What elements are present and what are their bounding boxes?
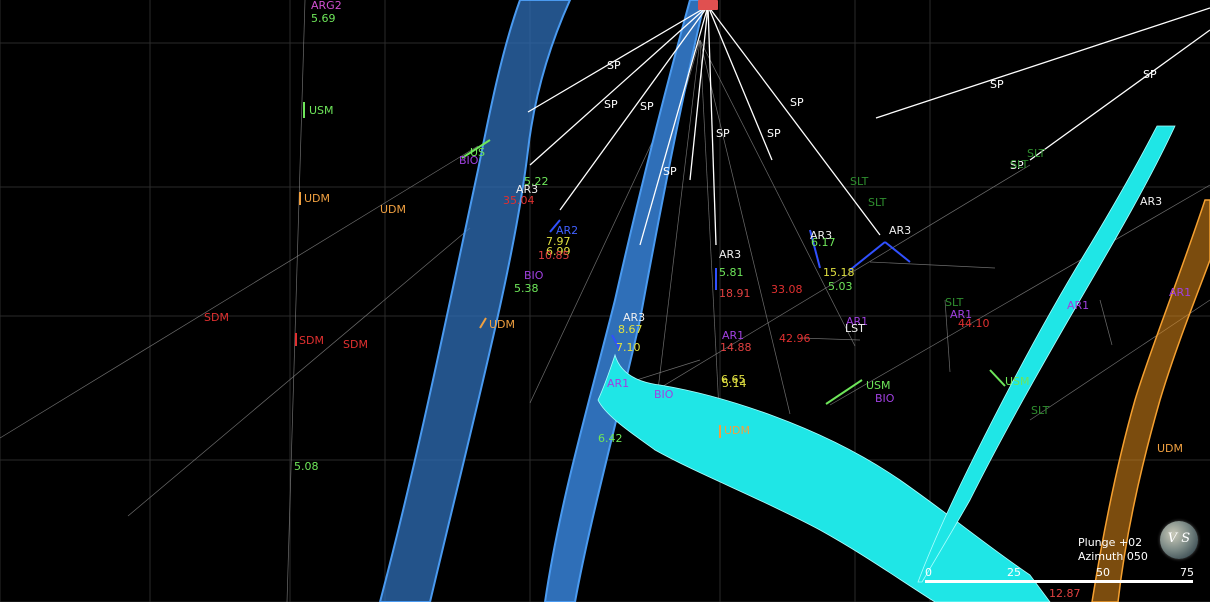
annotation-label: 5.08 bbox=[294, 460, 319, 473]
scale-tick-25: 25 bbox=[1007, 566, 1021, 579]
annotation-label: USM bbox=[866, 379, 891, 392]
plunge-readout: Plunge +02 bbox=[1078, 536, 1143, 549]
annotation-label: BIO bbox=[524, 269, 544, 282]
geology-scene[interactable] bbox=[0, 0, 1210, 602]
annotation-label: AR3 bbox=[719, 248, 742, 261]
annotation-label: BIO bbox=[875, 392, 895, 405]
drillhole-trace bbox=[707, 5, 717, 246]
annotation-label: BIO bbox=[459, 154, 479, 167]
annotation-label: UDM bbox=[304, 192, 331, 205]
annotation-label: USM bbox=[309, 104, 334, 117]
annotation-label: SLT bbox=[1010, 158, 1029, 171]
annotation-label: LST bbox=[845, 322, 865, 335]
annotation-label: UDM bbox=[1157, 442, 1184, 455]
drillhole-label[interactable]: SP bbox=[790, 97, 804, 109]
annotation-label: UDM bbox=[380, 203, 407, 216]
annotation-label: 10.85 bbox=[538, 249, 570, 262]
blue-surface-left[interactable] bbox=[378, 0, 572, 602]
drillhole-label[interactable]: SP bbox=[663, 166, 677, 178]
annotation-label: BIO bbox=[654, 388, 674, 401]
drillhole-trace bbox=[1029, 29, 1210, 161]
drillhole-label[interactable]: SP bbox=[990, 79, 1004, 91]
background-traces bbox=[0, 0, 1210, 602]
annotation-label: 18.91 bbox=[719, 287, 751, 300]
survey-traces bbox=[527, 5, 1210, 246]
drillhole-trace bbox=[875, 7, 1210, 119]
annotation-label: 14.88 bbox=[720, 341, 752, 354]
compass-label: V S bbox=[1167, 531, 1191, 546]
annotation-label: SLT bbox=[1027, 147, 1046, 160]
drillhole-label[interactable]: SP bbox=[767, 128, 781, 140]
annotation-label: 5.22 bbox=[524, 175, 549, 188]
annotation-label: ARG2 bbox=[311, 0, 342, 12]
scale-tick-75: 75 bbox=[1180, 566, 1194, 579]
annotation-label: UDM bbox=[489, 318, 516, 331]
annotation-label: 7.10 bbox=[616, 341, 641, 354]
azimuth-readout: Azimuth 050 bbox=[1078, 550, 1148, 563]
trace-line bbox=[1099, 299, 1113, 346]
annotation-label: USM bbox=[1005, 375, 1030, 388]
drillhole-label[interactable]: SP bbox=[607, 60, 621, 72]
drillhole-trace bbox=[707, 5, 881, 236]
drillhole-trace bbox=[639, 5, 709, 246]
annotation-label: 35.04 bbox=[503, 194, 535, 207]
compass-icon[interactable]: V S bbox=[1160, 521, 1198, 559]
annotation-label: 5.14 bbox=[722, 377, 747, 390]
annotation-label: SDM bbox=[299, 334, 324, 347]
scale-tick-0: 0 bbox=[925, 566, 932, 579]
drillhole-label[interactable]: SP bbox=[1143, 69, 1157, 81]
drillhole-label[interactable]: SP bbox=[604, 99, 618, 111]
cyan-surface-ribbon[interactable] bbox=[917, 125, 1176, 583]
annotation-label: AR1 bbox=[1067, 299, 1090, 312]
annotation-label: 15.18 bbox=[823, 266, 855, 279]
annotation-label: 8.67 bbox=[618, 323, 643, 336]
trace-line bbox=[699, 39, 721, 431]
annotation-label: 5.03 bbox=[828, 280, 853, 293]
scale-bar: 0 25 50 75 bbox=[925, 566, 1195, 602]
drillhole-label[interactable]: SP bbox=[716, 128, 730, 140]
annotation-label: 6.17 bbox=[811, 236, 836, 249]
collar-marker[interactable] bbox=[698, 0, 718, 10]
annotation-label: SDM bbox=[343, 338, 368, 351]
scale-tick-50: 50 bbox=[1096, 566, 1110, 579]
3d-viewport[interactable]: SP SP SP SP SP SP SP SP SP SP ARG2 5.69 USM UDM UDM SDM… bbox=[0, 0, 1210, 602]
annotation-label: 5.69 bbox=[311, 12, 336, 25]
interval-tick bbox=[825, 379, 863, 405]
scale-bar-line bbox=[925, 580, 1193, 583]
trace-line bbox=[699, 39, 856, 347]
annotation-label: AR3 bbox=[1140, 195, 1163, 208]
annotation-label: AR3 bbox=[889, 224, 912, 237]
drillhole-label[interactable]: SP bbox=[640, 101, 654, 113]
annotation-label: SLT bbox=[868, 196, 887, 209]
annotation-label: 44.10 bbox=[958, 317, 990, 330]
annotation-label: 33.08 bbox=[771, 283, 803, 296]
interval-tick bbox=[989, 369, 1006, 387]
annotation-label: 5.38 bbox=[514, 282, 539, 295]
grid-lines bbox=[0, 0, 1210, 602]
annotation-label: SDM bbox=[204, 311, 229, 324]
orientation-readout: Plunge +02 Azimuth 050 bbox=[1078, 536, 1148, 564]
annotation-label: UDM bbox=[724, 424, 751, 437]
annotation-label: AR1 bbox=[1169, 286, 1192, 299]
trace-line bbox=[869, 261, 996, 269]
annotation-label: SLT bbox=[1031, 404, 1050, 417]
annotation-label: SLT bbox=[850, 175, 869, 188]
annotation-label: 6.42 bbox=[598, 432, 623, 445]
annotation-label: 5.81 bbox=[719, 266, 744, 279]
trace-line bbox=[0, 145, 479, 439]
annotation-label: AR1 bbox=[607, 377, 630, 390]
blue-surface-right[interactable] bbox=[543, 0, 707, 602]
annotation-label: 42.96 bbox=[779, 332, 811, 345]
drillhole-trace bbox=[559, 5, 709, 211]
